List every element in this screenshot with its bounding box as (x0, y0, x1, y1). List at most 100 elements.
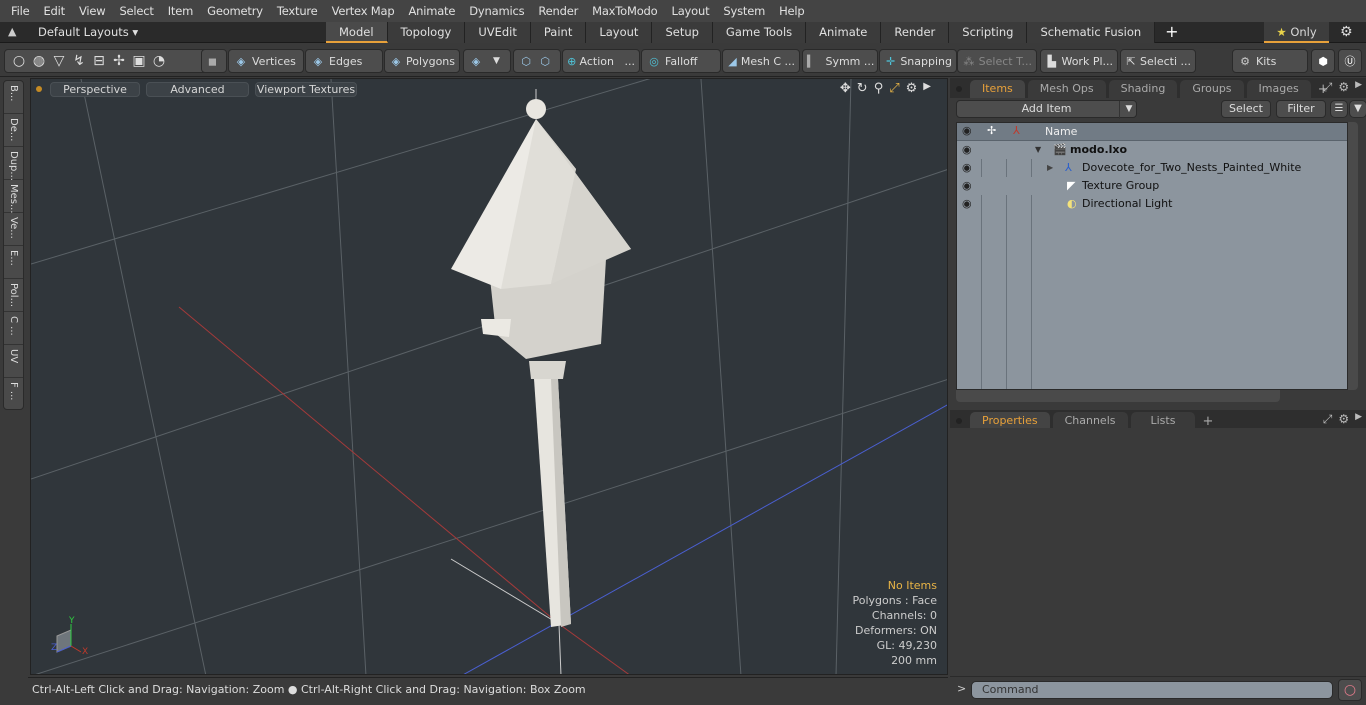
unreal-button[interactable]: Ⓤ (1338, 49, 1362, 73)
work-plane-button[interactable]: ▙ Work Pl... (1040, 49, 1118, 73)
item-type-header-icon[interactable]: ⅄ (1013, 124, 1020, 137)
vtab-duplicate[interactable]: Dup... (4, 147, 23, 181)
lock-header-icon[interactable]: ✢ (987, 124, 996, 137)
vtab-mesh-edit[interactable]: Mes... (4, 180, 23, 214)
panel-arrow-icon[interactable]: ▶ (1355, 80, 1362, 95)
edges-button[interactable]: ◈ Edges (305, 49, 383, 73)
view-mode-button[interactable]: Perspective (50, 81, 140, 97)
tab-schematic-fusion[interactable]: Schematic Fusion (1027, 22, 1156, 43)
visibility-eye-icon[interactable]: ◉ (962, 141, 972, 159)
expand-icon[interactable]: ⤢ (1323, 80, 1333, 95)
panel-arrow-icon[interactable]: ▶ (1355, 412, 1362, 427)
menu-file[interactable]: File (4, 4, 36, 18)
panel-gear-icon[interactable]: ⚙ (1338, 412, 1349, 427)
menu-select[interactable]: Select (112, 4, 160, 18)
filter-button[interactable]: Filter (1276, 100, 1326, 118)
vtab-edge[interactable]: E... (4, 246, 23, 279)
viewport-gear-icon[interactable]: ⚙ (906, 81, 918, 96)
panel-dot-icon[interactable] (956, 418, 962, 424)
select-through-button[interactable]: ⁂ Select T... (957, 49, 1037, 73)
vtab-basic[interactable]: B... (4, 81, 23, 114)
visibility-eye-icon[interactable]: ◉ (962, 177, 972, 195)
tab-shading[interactable]: Shading (1108, 80, 1178, 98)
mesh-constraint-button[interactable]: ◢ Mesh C ... (722, 49, 800, 73)
visibility-eye-icon[interactable]: ◉ (962, 195, 972, 213)
pen-icon[interactable]: ▽ (49, 53, 69, 69)
tab-mesh-ops[interactable]: Mesh Ops (1027, 80, 1106, 98)
tab-paint[interactable]: Paint (530, 22, 587, 43)
item-mode-button[interactable]: ◼ (201, 49, 227, 73)
selection-sets-button[interactable]: ⇱ Selecti ... (1120, 49, 1196, 73)
vtab-curve[interactable]: C ... (4, 312, 23, 345)
add-tab-icon[interactable]: + (1155, 22, 1188, 43)
add-item-button[interactable]: Add Item ▼ (956, 100, 1137, 119)
command-input[interactable]: Command (971, 681, 1333, 699)
visibility-eye-icon[interactable]: ◉ (962, 159, 972, 177)
vtab-uv[interactable]: UV (4, 345, 23, 378)
select-button[interactable]: Select (1221, 100, 1271, 118)
tree-row-mesh[interactable]: ◉ ▶ ⅄ Dovecote_for_Two_Nests_Painted_Whi… (957, 159, 1347, 177)
expand-arrow-icon[interactable]: ▼ (1035, 141, 1041, 159)
radial-icon[interactable]: ◔ (149, 53, 169, 69)
menu-dynamics[interactable]: Dynamics (462, 4, 531, 18)
panel-gear-icon[interactable]: ⚙ (1338, 80, 1349, 95)
tab-game-tools[interactable]: Game Tools (712, 22, 807, 43)
unity-button[interactable]: ⬢ (1311, 49, 1335, 73)
tab-images[interactable]: Images (1246, 80, 1311, 98)
menu-view[interactable]: View (72, 4, 113, 18)
visibility-header-icon[interactable]: ◉ (962, 124, 972, 137)
tab-uvedit[interactable]: UVEdit (465, 22, 531, 43)
only-toggle[interactable]: ★ Only (1264, 22, 1329, 43)
circle-select-icon[interactable]: ○ (9, 53, 29, 69)
name-column-header[interactable]: Name (1045, 125, 1077, 138)
zoom-view-icon[interactable]: ⚲ (874, 81, 884, 96)
tab-scripting[interactable]: Scripting (949, 22, 1028, 43)
tab-model[interactable]: Model (326, 22, 388, 43)
tab-topology[interactable]: Topology (387, 22, 466, 43)
menu-maxtomodo[interactable]: MaxToModo (585, 4, 664, 18)
tree-vertical-scrollbar[interactable] (1348, 122, 1358, 390)
lasso-icon[interactable]: ↯ (69, 53, 89, 69)
collapse-up-icon[interactable]: ▲ (8, 25, 16, 38)
record-macro-button[interactable]: ○ (1338, 679, 1362, 701)
collapsed-arrow-icon[interactable]: ▶ (1047, 159, 1053, 177)
panel-dot-icon[interactable] (956, 86, 962, 92)
kits-button[interactable]: ⚙ Kits (1232, 49, 1308, 73)
filter-funnel-icon[interactable]: ▼ (1349, 100, 1366, 118)
snapping-button[interactable]: ✛ Snapping (879, 49, 957, 73)
viewport-menu-arrow-icon[interactable]: ▶ (923, 81, 931, 96)
gear-icon[interactable]: ⚙ (1340, 24, 1353, 40)
rotate-view-icon[interactable]: ↻ (857, 81, 868, 96)
menu-render[interactable]: Render (531, 4, 585, 18)
tab-render[interactable]: Render (881, 22, 950, 43)
falloff-button[interactable]: ◎ Falloff (641, 49, 721, 73)
list-options-icon[interactable]: ☰ (1330, 100, 1348, 118)
menu-edit[interactable]: Edit (36, 4, 71, 18)
tab-animate[interactable]: Animate (806, 22, 882, 43)
tree-horizontal-scrollbar[interactable] (956, 390, 1280, 402)
layout-selector[interactable]: Default Layouts ▾ (38, 25, 138, 39)
tab-items[interactable]: Items (970, 80, 1025, 98)
viewport-3d[interactable]: Perspective Advanced Viewport Textures ✥… (30, 78, 948, 675)
viewport-textures-button[interactable]: Viewport Textures (255, 81, 357, 97)
action-button[interactable]: ⊕ Action ... (562, 49, 640, 73)
move-view-icon[interactable]: ✥ (840, 81, 851, 96)
tab-setup[interactable]: Setup (652, 22, 713, 43)
shading-mode-button[interactable]: Advanced (146, 81, 249, 97)
tree-row-light[interactable]: ◉ ◐ Directional Light (957, 195, 1347, 213)
globe-icon[interactable]: ◍ (29, 53, 49, 69)
viewport-dot-icon[interactable] (36, 86, 42, 92)
menu-help[interactable]: Help (772, 4, 811, 18)
menu-geometry[interactable]: Geometry (200, 4, 270, 18)
maximize-icon[interactable]: ⤢ (889, 81, 899, 96)
tab-groups[interactable]: Groups (1180, 80, 1244, 98)
menu-layout[interactable]: Layout (665, 4, 717, 18)
vtab-fusion[interactable]: F ... (4, 378, 23, 411)
menu-item[interactable]: Item (161, 4, 200, 18)
vtab-polygon[interactable]: Pol... (4, 279, 23, 312)
tree-row-scene[interactable]: ◉ ▼ 🎬 modo.lxo (957, 141, 1347, 159)
polygons-button[interactable]: ◈ Polygons (384, 49, 460, 73)
vtab-vertex[interactable]: Ve... (4, 213, 23, 246)
vtab-deform[interactable]: De... (4, 114, 23, 147)
element-icon[interactable]: ⊟ (89, 53, 109, 69)
